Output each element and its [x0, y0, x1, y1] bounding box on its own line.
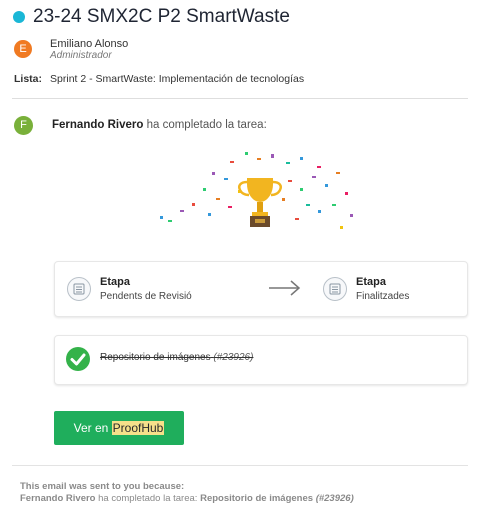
stage-transition-card: Etapa Pendents de Revisió Etapa Finalitz…	[54, 261, 468, 317]
divider	[12, 465, 468, 466]
author-name: Emiliano Alonso	[50, 38, 129, 50]
footer-reason: This email was sent to you because:	[20, 481, 185, 492]
arrow-right-icon	[269, 280, 301, 296]
activity-action: ha completado la tarea:	[143, 119, 267, 131]
stage-icon	[67, 277, 91, 301]
button-highlight: ProofHub	[111, 421, 165, 435]
task-card[interactable]: Repositorio de imágenes (#23926)	[54, 335, 468, 385]
footer-detail: Fernando Rivero ha completado la tarea: …	[20, 493, 354, 504]
activity-text: Fernando Rivero ha completado la tarea:	[52, 119, 267, 131]
list-label: Lista:	[14, 73, 43, 85]
project-status-dot	[13, 11, 25, 23]
actor-name: Fernando Rivero	[52, 119, 144, 131]
footer-actor: Fernando Rivero	[20, 493, 96, 504]
from-stage-value: Pendents de Revisió	[100, 291, 192, 302]
checkmark-icon	[66, 347, 90, 371]
stage-icon	[323, 277, 347, 301]
divider	[12, 98, 468, 99]
project-title[interactable]: 23-24 SMX2C P2 SmartWaste	[33, 6, 290, 28]
to-stage-label: Etapa	[356, 276, 386, 288]
task-name[interactable]: Repositorio de imágenes (#23926)	[100, 352, 253, 363]
button-prefix: Ver en	[73, 421, 112, 435]
trophy-confetti-illustration	[160, 152, 353, 229]
actor-avatar: F	[14, 116, 33, 135]
list-info: Lista: Sprint 2 - SmartWaste: Implementac…	[14, 73, 304, 85]
view-in-proofhub-button[interactable]: Ver en ProofHub	[54, 411, 184, 445]
author-role: Administrador	[50, 50, 112, 61]
avatar: E	[14, 40, 32, 58]
task-ref: (#23926)	[213, 352, 254, 363]
footer-ref: (#23926)	[315, 493, 354, 504]
from-stage-label: Etapa	[100, 276, 130, 288]
list-value[interactable]: Sprint 2 - SmartWaste: Implementación de…	[50, 73, 304, 85]
footer-task: Repositorio de imágenes	[200, 493, 314, 504]
to-stage-value: Finalitzades	[356, 291, 410, 302]
footer-action: ha completado la tarea:	[95, 493, 201, 504]
task-title: Repositorio de imágenes	[100, 352, 211, 363]
trophy-icon	[238, 178, 282, 227]
